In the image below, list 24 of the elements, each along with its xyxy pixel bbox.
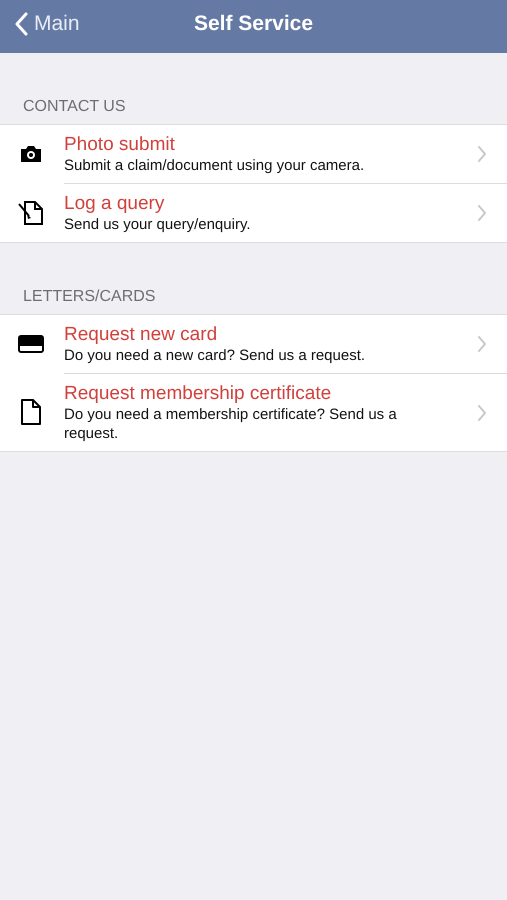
section-header: CONTACT US <box>22 97 127 117</box>
item-title: Request membership certificate <box>64 382 332 405</box>
list-item[interactable]: Request new card Do you need a new card? Send us a request. <box>0 315 507 373</box>
item-description: Submit a claim/document using your camera. <box>64 156 366 175</box>
screen-title: Self Service <box>194 12 314 36</box>
chevron-right-icon <box>477 404 487 422</box>
list-item[interactable]: Request membership certificate Do you need a membership certificate? Send us a request. <box>0 373 507 451</box>
item-title: Log a query <box>64 192 166 215</box>
back-chevron-icon <box>14 12 28 36</box>
chevron-right-icon <box>477 204 487 222</box>
chevron-right-icon <box>477 335 487 353</box>
list-item[interactable]: Photo submit Submit a claim/document using your camera. <box>0 125 507 183</box>
list-item[interactable]: Log a query Send us your query/enquiry. <box>0 183 507 242</box>
item-title: Photo submit <box>64 133 176 156</box>
item-description: Do you need a new card? Send us a request. <box>64 346 366 365</box>
item-description: Do you need a membership certificate? Send us a request. <box>64 405 398 443</box>
section-header: LETTERS/CARDS <box>22 287 156 307</box>
document-icon <box>19 398 43 426</box>
item-title: Request new card <box>64 323 218 346</box>
card-icon <box>18 334 44 354</box>
back-button[interactable]: Main <box>10 0 84 48</box>
chevron-right-icon <box>477 145 487 163</box>
document-pencil-icon <box>17 198 45 226</box>
item-description: Send us your query/enquiry. <box>64 215 252 234</box>
